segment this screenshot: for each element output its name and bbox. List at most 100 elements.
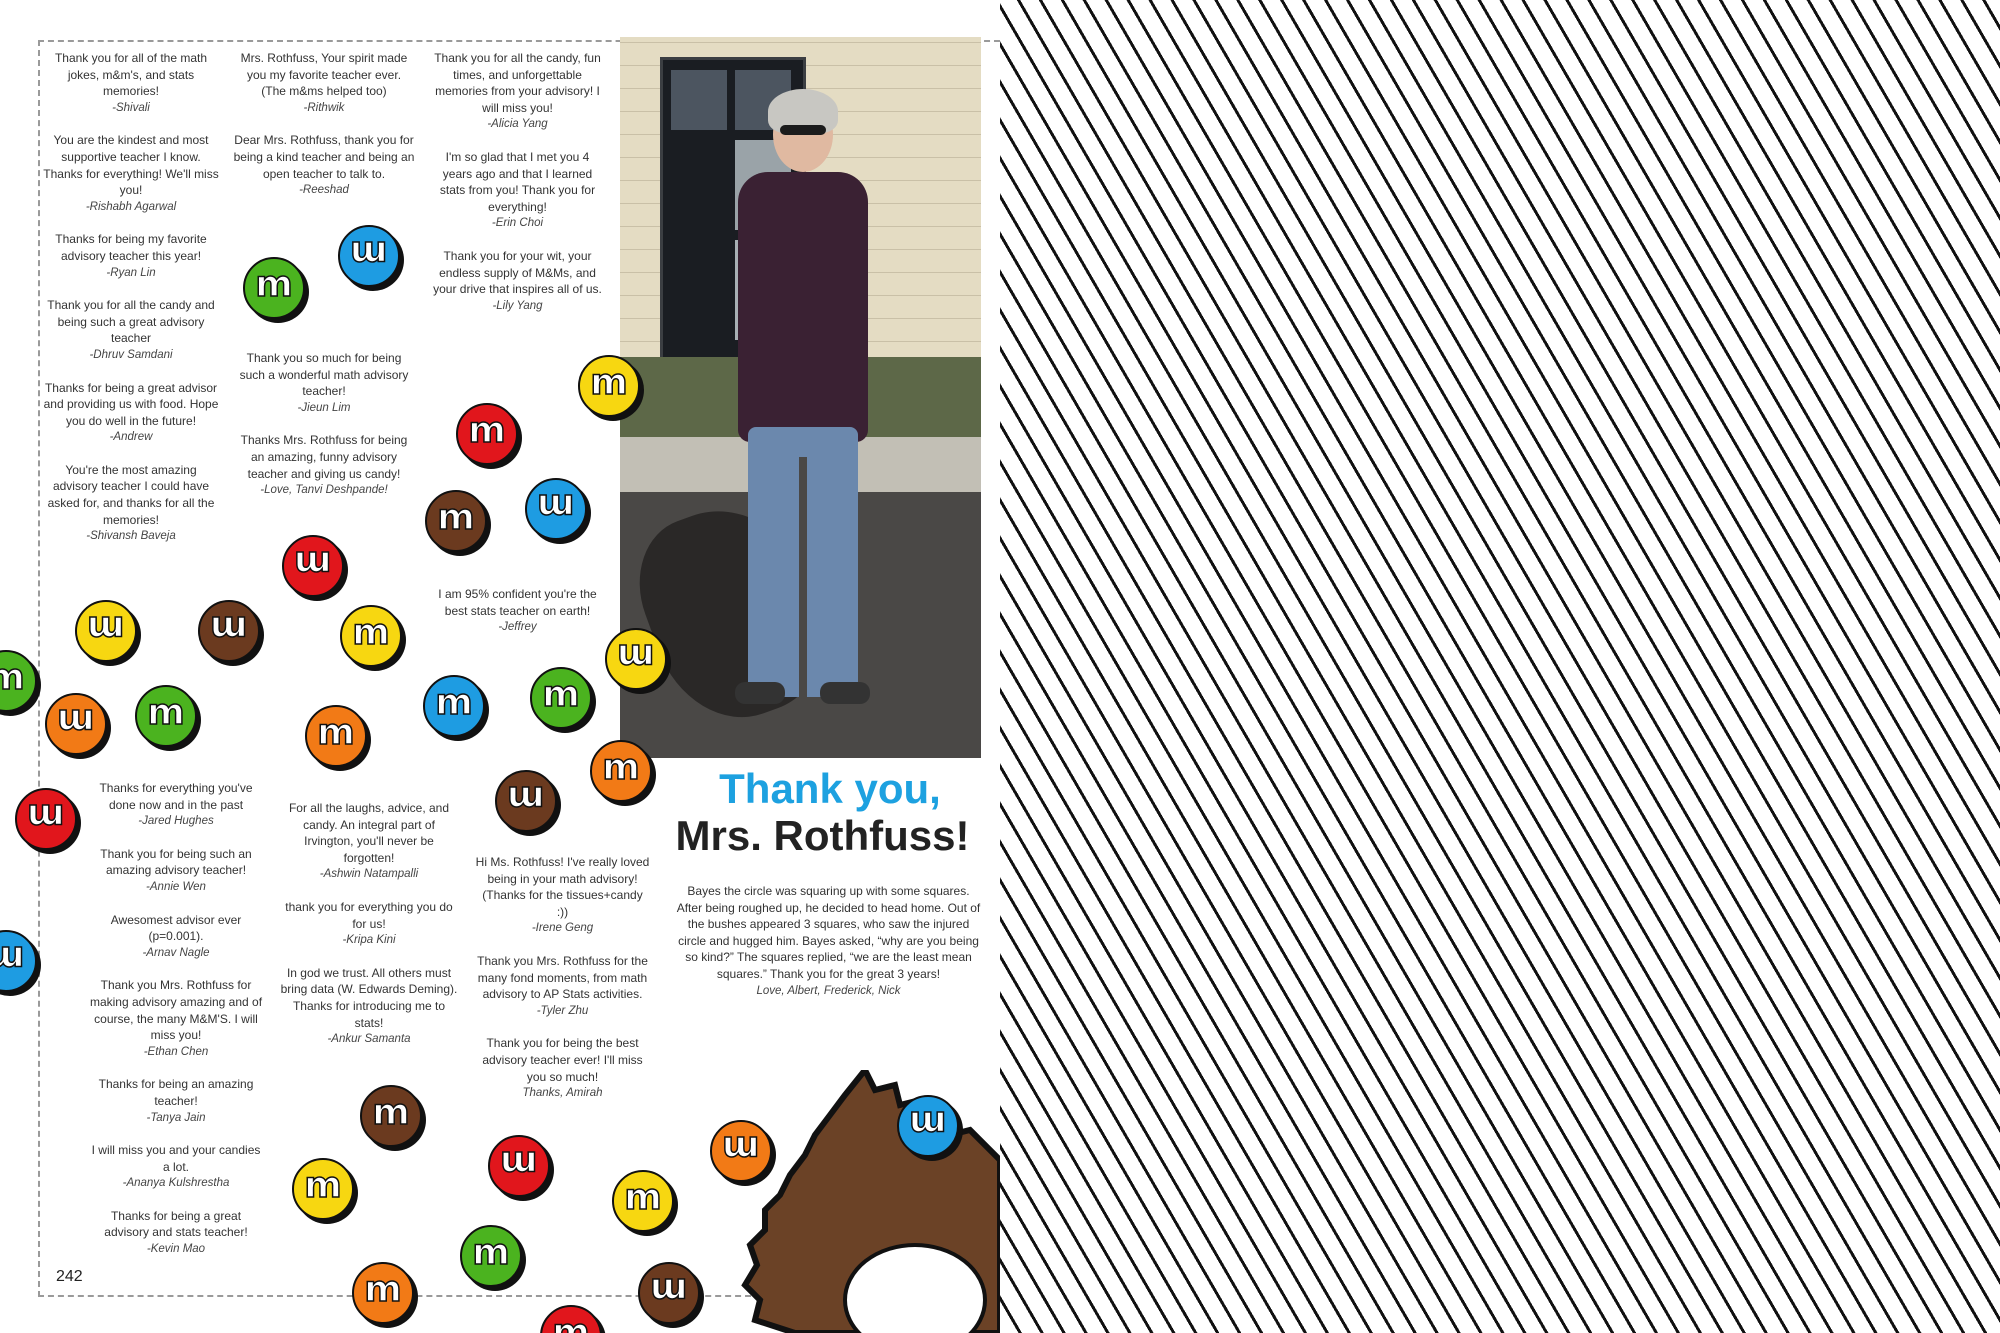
message-text: I'm so glad that I met you 4 years ago a… bbox=[439, 149, 596, 214]
mm-candy-letter: m bbox=[349, 232, 388, 275]
message-item: Thank you Mrs. Rothfuss for making advis… bbox=[88, 977, 264, 1060]
message-text: Thanks for being a great advisor and pro… bbox=[43, 380, 219, 428]
mm-candy-icon: m bbox=[425, 490, 487, 552]
mm-candy-letter: m bbox=[649, 1269, 688, 1312]
mm-candy-icon: m bbox=[305, 705, 367, 767]
mm-candy-icon: m bbox=[75, 600, 137, 662]
mm-candy-icon: m bbox=[460, 1225, 522, 1287]
message-signature: -Ashwin Natampalli bbox=[319, 868, 419, 881]
message-signature: -Ethan Chen bbox=[143, 1045, 209, 1058]
mm-candy-letter: m bbox=[541, 674, 580, 715]
message-text: Thank you for being such an amazing advi… bbox=[100, 846, 252, 878]
message-text: I am 95% confident you're the best stats… bbox=[438, 587, 597, 618]
message-signature: -Annie Wen bbox=[146, 880, 206, 893]
message-signature: -Andrew bbox=[109, 431, 153, 444]
col2-mid-messages: Thank you so much for being such a wonde… bbox=[233, 350, 415, 515]
message-text: You are the kindest and most supportive … bbox=[43, 133, 219, 198]
message-item: Thank you for your wit, your endless sup… bbox=[430, 248, 605, 314]
mm-candy-icon: m bbox=[338, 225, 400, 287]
message-item: Thanks for being a great advisor and pro… bbox=[42, 380, 220, 446]
mm-candy-letter: m bbox=[303, 1165, 342, 1206]
message-signature: -Alicia Yang bbox=[487, 118, 548, 131]
message-text: In god we trust. All others must bring d… bbox=[280, 965, 458, 1030]
mm-candy-letter: m bbox=[56, 700, 95, 743]
message-signature: -Love, Tanvi Deshpande! bbox=[260, 484, 388, 497]
mm-candy-letter: m bbox=[0, 657, 25, 698]
mm-candy-letter: m bbox=[146, 692, 185, 733]
message-text: Thank you Mrs. Rothfuss for the many fon… bbox=[477, 953, 648, 1002]
mm-candy-letter: m bbox=[371, 1092, 410, 1133]
mm-candy-icon: m bbox=[15, 788, 77, 850]
mm-candy-letter: m bbox=[0, 937, 26, 980]
mm-candy-icon: m bbox=[423, 675, 485, 737]
col3-top-messages: Thank you for all the candy, fun times, … bbox=[430, 50, 605, 330]
story-signature: Love, Albert, Frederick, Nick bbox=[756, 984, 901, 997]
mm-candy-icon: m bbox=[243, 257, 305, 319]
mm-candy-letter: m bbox=[209, 607, 248, 650]
message-signature: -Rithwik bbox=[303, 101, 345, 114]
teacher-photo bbox=[620, 37, 981, 758]
title-teacher-name: Mrs. Rothfuss! bbox=[675, 812, 970, 859]
message-item: I am 95% confident you're the best stats… bbox=[430, 586, 605, 636]
message-text: Hi Ms. Rothfuss! I've really loved being… bbox=[475, 855, 650, 919]
mm-candy-letter: m bbox=[351, 612, 390, 653]
message-signature: -Lily Yang bbox=[492, 299, 543, 312]
message-text: Thanks for being my favorite advisory te… bbox=[55, 232, 207, 263]
message-text: I will miss you and your candies a lot. bbox=[91, 1143, 261, 1174]
message-text: You're the most amazing advisory teacher… bbox=[47, 462, 215, 527]
message-item: Thanks Mrs. Rothfuss for being an amazin… bbox=[233, 432, 415, 498]
title-thank-you: Thank you, bbox=[719, 765, 941, 812]
page-number: 242 bbox=[56, 1268, 83, 1285]
message-text: Thank you for all of the math jokes, m&m… bbox=[54, 51, 208, 99]
mm-candy-icon: m bbox=[540, 1305, 602, 1333]
message-item: Thank you so much for being such a wonde… bbox=[233, 350, 415, 416]
mm-candy-icon: m bbox=[282, 535, 344, 597]
message-item: Thank you for being the best advisory te… bbox=[475, 1035, 650, 1101]
mm-candy-letter: m bbox=[434, 682, 473, 723]
mm-candy-letter: m bbox=[363, 1269, 402, 1310]
yearbook-page: Thank you for all of the math jokes, m&m… bbox=[0, 0, 1000, 1333]
mm-candy-icon: m bbox=[525, 478, 587, 540]
message-item: In god we trust. All others must bring d… bbox=[278, 965, 460, 1048]
message-item: Hi Ms. Rothfuss! I've really loved being… bbox=[475, 854, 650, 937]
message-signature: -Jared Hughes bbox=[138, 815, 214, 828]
mm-candy-icon: m bbox=[897, 1095, 959, 1157]
message-text: Thank you for being the best advisory te… bbox=[482, 1036, 643, 1084]
col1-bottom-messages: Thanks for everything you've done now an… bbox=[88, 780, 264, 1274]
mm-candy-icon: m bbox=[45, 693, 107, 755]
mm-candy-icon: m bbox=[530, 667, 592, 729]
message-item: I will miss you and your candies a lot. -… bbox=[88, 1142, 264, 1192]
mm-candy-letter: m bbox=[254, 264, 293, 305]
message-item: Thank you for being such an amazing advi… bbox=[88, 846, 264, 896]
mm-candy-letter: m bbox=[616, 635, 655, 678]
message-item: Thanks for being an amazing teacher! -Tan… bbox=[88, 1076, 264, 1126]
message-signature: -Tanya Jain bbox=[146, 1111, 206, 1124]
message-signature: -Kevin Mao bbox=[146, 1243, 206, 1256]
mm-candy-icon: m bbox=[340, 605, 402, 667]
mm-candy-icon: m bbox=[198, 600, 260, 662]
mm-candy-letter: m bbox=[601, 747, 640, 788]
message-text: Thanks Mrs. Rothfuss for being an amazin… bbox=[240, 433, 408, 481]
message-item: I'm so glad that I met you 4 years ago a… bbox=[430, 149, 605, 232]
mm-candy-letter: m bbox=[536, 485, 575, 528]
story-text: Bayes the circle was squaring up with so… bbox=[676, 884, 981, 981]
message-item: Thank you for all the candy and being su… bbox=[42, 297, 220, 363]
mm-candy-letter: m bbox=[506, 777, 545, 820]
message-signature: -Erin Choi bbox=[491, 217, 544, 230]
mm-candy-letter: m bbox=[589, 362, 628, 403]
message-text: Thank you for your wit, your endless sup… bbox=[433, 248, 602, 297]
col2-bottom-messages: For all the laughs, advice, and candy. A… bbox=[278, 800, 460, 1064]
mm-candy-icon: m bbox=[360, 1085, 422, 1147]
message-signature: -Jeffrey bbox=[498, 621, 537, 634]
mm-candy-letter: m bbox=[26, 795, 65, 838]
story-message: Bayes the circle was squaring up with so… bbox=[676, 883, 981, 999]
mm-candy-icon: m bbox=[456, 403, 518, 465]
message-item: Thanks for being a great advisory and st… bbox=[88, 1208, 264, 1258]
message-item: Thank you Mrs. Rothfuss for the many fon… bbox=[475, 953, 650, 1019]
message-item: Thank you for all the candy, fun times, … bbox=[430, 50, 605, 133]
message-item: Thanks for being my favorite advisory te… bbox=[42, 231, 220, 281]
message-text: Thank you for all the candy, fun times, … bbox=[434, 51, 601, 115]
message-item: Awesomest advisor ever (p=0.001). -Arnav … bbox=[88, 912, 264, 962]
mm-candy-letter: m bbox=[499, 1142, 538, 1185]
mm-candy-icon: m bbox=[638, 1262, 700, 1324]
